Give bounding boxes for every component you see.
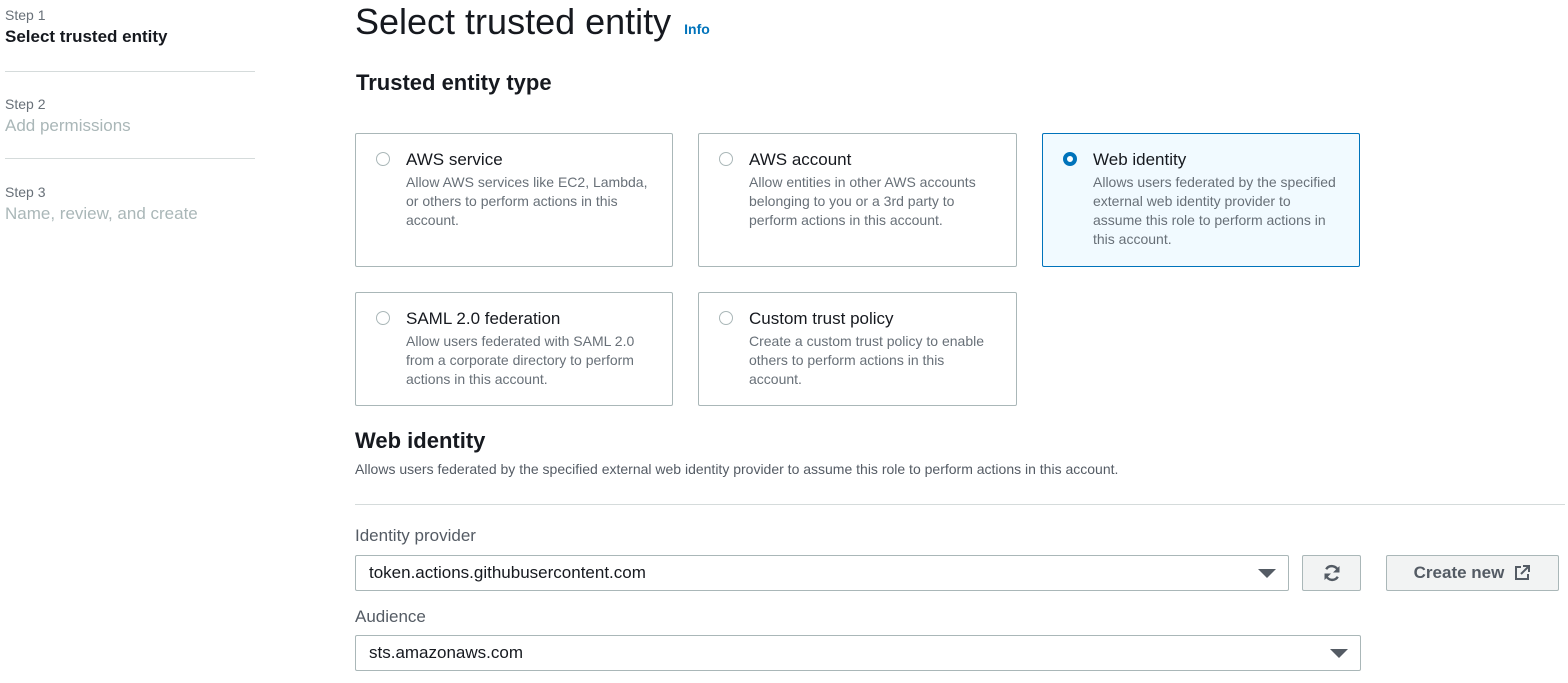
option-description: Allows users federated by the specified … [1093,174,1336,247]
web-identity-description: Allows users federated by the specified … [355,461,1119,477]
identity-provider-value: token.actions.githubusercontent.com [369,563,646,582]
option-description: Allow users federated with SAML 2.0 from… [406,333,635,387]
chevron-down-icon [1258,569,1276,578]
step-1: Step 1 Select trusted entity [5,7,255,47]
radio-web-identity[interactable] [1063,152,1077,166]
option-title: Custom trust policy [749,309,894,328]
radio-saml-federation[interactable] [376,311,390,325]
audience-label: Audience [355,607,426,626]
step-2-label: Step 2 [5,96,46,112]
refresh-button[interactable] [1302,555,1361,591]
option-web-identity[interactable]: Web identity Allows users federated by t… [1042,133,1360,267]
radio-custom-trust-policy[interactable] [719,311,733,325]
external-link-icon [1515,565,1531,580]
step-divider [5,71,255,72]
option-description: Allow entities in other AWS accounts bel… [749,174,976,228]
radio-aws-account[interactable] [719,152,733,166]
radio-aws-service[interactable] [376,152,390,166]
page-header: Select trusted entity Info [355,1,710,43]
step-3[interactable]: Step 3 Name, review, and create [5,184,255,224]
info-link[interactable]: Info [684,21,710,37]
web-identity-heading: Web identity [355,428,486,453]
option-title: AWS account [749,150,852,169]
trusted-entity-type-heading: Trusted entity type [356,70,552,95]
step-1-label: Step 1 [5,7,46,23]
option-aws-service[interactable]: AWS service Allow AWS services like EC2,… [355,133,673,267]
identity-provider-label: Identity provider [355,526,476,545]
page-title: Select trusted entity [355,1,672,42]
step-3-title[interactable]: Name, review, and create [5,204,255,224]
option-title: AWS service [406,150,503,169]
step-divider [5,158,255,159]
option-title: Web identity [1093,150,1187,169]
refresh-icon [1324,565,1339,581]
option-description: Allow AWS services like EC2, Lambda, or … [406,174,648,228]
option-aws-account[interactable]: AWS account Allow entities in other AWS … [698,133,1017,267]
create-new-button[interactable]: Create new [1386,555,1559,591]
option-saml-federation[interactable]: SAML 2.0 federation Allow users federate… [355,292,673,406]
step-3-label: Step 3 [5,184,46,200]
step-2[interactable]: Step 2 Add permissions [5,96,255,136]
create-new-label: Create new [1413,563,1505,582]
option-description: Create a custom trust policy to enable o… [749,333,985,387]
identity-provider-select[interactable]: token.actions.githubusercontent.com [355,555,1289,591]
audience-value: sts.amazonaws.com [369,643,523,662]
section-divider [355,504,1565,505]
step-1-title: Select trusted entity [5,27,168,46]
option-title: SAML 2.0 federation [406,309,561,328]
chevron-down-icon [1330,649,1348,658]
step-2-title[interactable]: Add permissions [5,116,255,136]
option-custom-trust-policy[interactable]: Custom trust policy Create a custom trus… [698,292,1017,406]
audience-select[interactable]: sts.amazonaws.com [355,635,1361,671]
